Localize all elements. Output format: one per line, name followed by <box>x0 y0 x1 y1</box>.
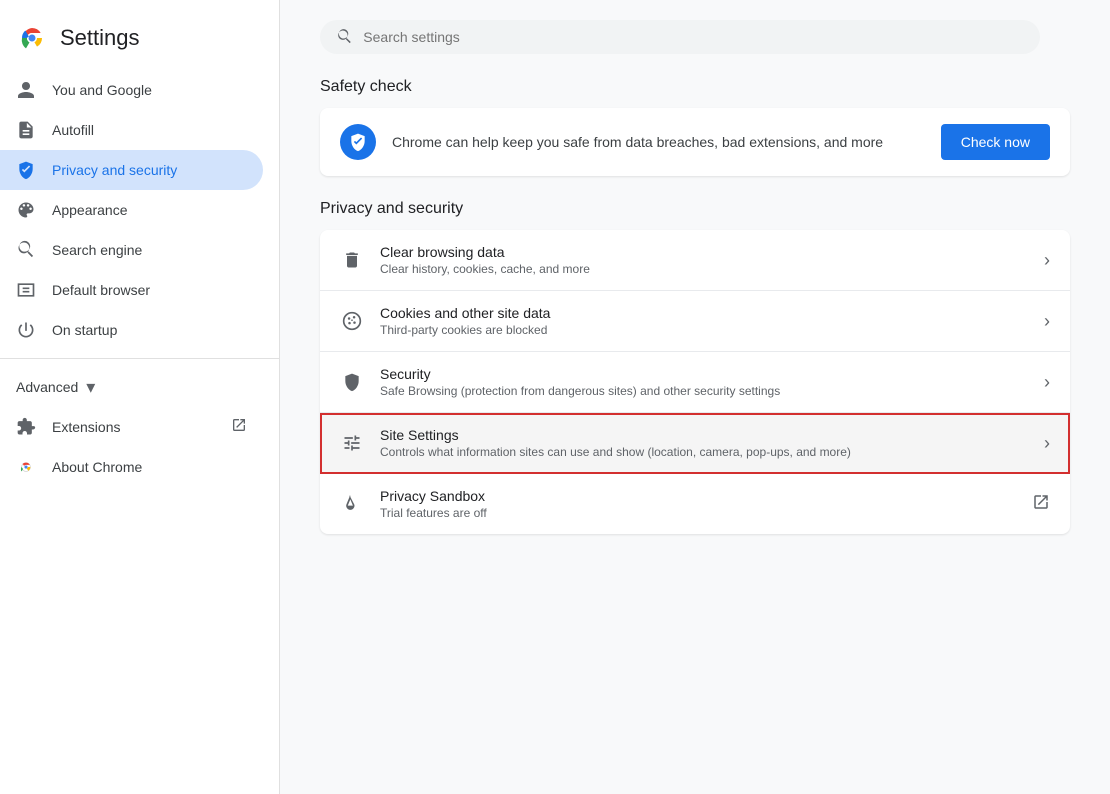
privacy-item-subtitle: Controls what information sites can use … <box>380 445 1028 459</box>
safety-shield-icon <box>340 124 376 160</box>
privacy-item-clear-browsing-data[interactable]: Clear browsing data Clear history, cooki… <box>320 230 1070 291</box>
sidebar-item-about-chrome[interactable]: About Chrome <box>0 447 263 487</box>
chevron-right-icon: › <box>1044 250 1050 271</box>
privacy-item-text: Security Safe Browsing (protection from … <box>380 366 1028 398</box>
privacy-section-title: Privacy and security <box>320 200 1070 218</box>
chevron-right-icon: › <box>1044 372 1050 393</box>
extensions-label: Extensions <box>52 419 120 435</box>
chevron-right-icon: › <box>1044 311 1050 332</box>
page-title: Settings <box>60 25 140 51</box>
autofill-icon <box>16 120 36 140</box>
sidebar-item-label: Privacy and security <box>52 162 177 178</box>
safety-check-title: Safety check <box>320 78 1070 96</box>
safety-check-card: Chrome can help keep you safe from data … <box>320 108 1070 176</box>
search-bar <box>320 20 1040 54</box>
privacy-item-site-settings[interactable]: Site Settings Controls what information … <box>320 413 1070 474</box>
search-icon <box>336 28 353 46</box>
sidebar-item-label: You and Google <box>52 82 152 98</box>
flask-icon <box>340 492 364 516</box>
sidebar-divider <box>0 358 279 359</box>
external-link-icon <box>231 417 247 438</box>
sidebar-item-you-and-google[interactable]: You and Google <box>0 70 263 110</box>
sidebar-header: Settings <box>0 12 279 70</box>
safety-check-description: Chrome can help keep you safe from data … <box>392 132 925 153</box>
tune-icon <box>340 431 364 455</box>
privacy-item-subtitle: Third-party cookies are blocked <box>380 323 1028 337</box>
default-browser-icon <box>16 280 36 300</box>
privacy-item-subtitle: Clear history, cookies, cache, and more <box>380 262 1028 276</box>
delete-icon <box>340 248 364 272</box>
main-content: Safety check Chrome can help keep you sa… <box>280 0 1110 794</box>
privacy-item-title: Cookies and other site data <box>380 305 1028 321</box>
external-link-icon <box>1032 493 1050 516</box>
privacy-item-security[interactable]: Security Safe Browsing (protection from … <box>320 352 1070 413</box>
sidebar-item-on-startup[interactable]: On startup <box>0 310 263 350</box>
search-engine-icon <box>16 240 36 260</box>
privacy-item-subtitle: Safe Browsing (protection from dangerous… <box>380 384 1028 398</box>
advanced-section[interactable]: Advanced ▾ <box>0 367 279 407</box>
power-icon <box>16 320 36 340</box>
chevron-right-icon: › <box>1044 433 1050 454</box>
privacy-item-text: Cookies and other site data Third-party … <box>380 305 1028 337</box>
advanced-label: Advanced <box>16 379 78 395</box>
privacy-item-title: Site Settings <box>380 427 1028 443</box>
privacy-item-text: Site Settings Controls what information … <box>380 427 1028 459</box>
check-now-button[interactable]: Check now <box>941 124 1050 160</box>
search-bar-container <box>320 20 1070 54</box>
extensions-icon <box>16 417 36 437</box>
sidebar-item-privacy-and-security[interactable]: Privacy and security <box>0 150 263 190</box>
sidebar-item-autofill[interactable]: Autofill <box>0 110 263 150</box>
person-icon <box>16 80 36 100</box>
sidebar-item-search-engine[interactable]: Search engine <box>0 230 263 270</box>
sidebar-item-label: Default browser <box>52 282 150 298</box>
sidebar-item-appearance[interactable]: Appearance <box>0 190 263 230</box>
about-chrome-icon <box>16 457 36 477</box>
privacy-item-privacy-sandbox[interactable]: Privacy Sandbox Trial features are off <box>320 474 1070 534</box>
sidebar-item-label: Search engine <box>52 242 142 258</box>
privacy-item-title: Privacy Sandbox <box>380 488 1016 504</box>
privacy-item-text: Clear browsing data Clear history, cooki… <box>380 244 1028 276</box>
sidebar: Settings You and Google Autofill Privacy… <box>0 0 280 794</box>
sidebar-item-label: About Chrome <box>52 459 142 475</box>
sidebar-item-label: Appearance <box>52 202 128 218</box>
sidebar-item-label: On startup <box>52 322 117 338</box>
sidebar-item-label: Autofill <box>52 122 94 138</box>
privacy-item-title: Clear browsing data <box>380 244 1028 260</box>
search-input[interactable] <box>363 29 1024 45</box>
privacy-card: Clear browsing data Clear history, cooki… <box>320 230 1070 534</box>
privacy-item-cookies[interactable]: Cookies and other site data Third-party … <box>320 291 1070 352</box>
chevron-down-icon: ▾ <box>86 377 95 398</box>
cookie-icon <box>340 309 364 333</box>
palette-icon <box>16 200 36 220</box>
sidebar-item-default-browser[interactable]: Default browser <box>0 270 263 310</box>
chrome-logo-icon <box>16 22 48 54</box>
shield-icon <box>16 160 36 180</box>
privacy-item-subtitle: Trial features are off <box>380 506 1016 520</box>
privacy-item-title: Security <box>380 366 1028 382</box>
privacy-item-text: Privacy Sandbox Trial features are off <box>380 488 1016 520</box>
security-shield-icon <box>340 370 364 394</box>
sidebar-item-extensions[interactable]: Extensions <box>0 407 263 447</box>
